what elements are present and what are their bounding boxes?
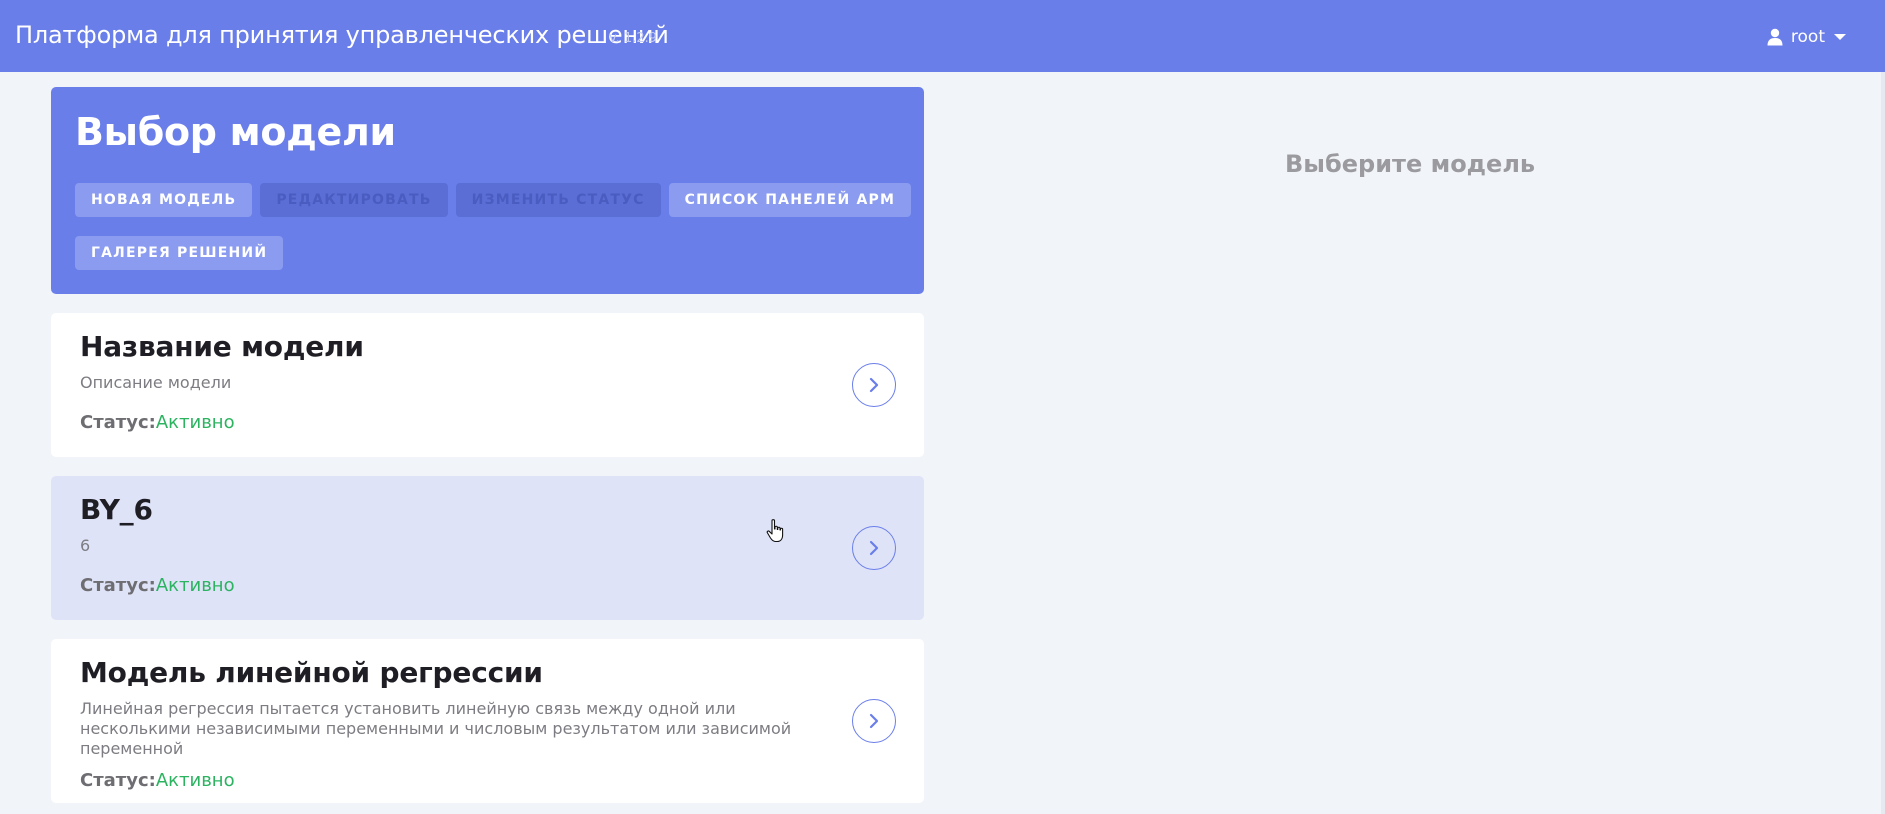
app-version: v. 1.2.9	[609, 31, 658, 46]
model-selection-panel: Выбор модели НОВАЯ МОДЕЛЬ РЕДАКТИРОВАТЬ …	[51, 87, 924, 294]
status-label: Статус:	[80, 412, 156, 433]
chevron-right-icon	[869, 377, 879, 393]
status-value: Активно	[155, 412, 235, 433]
panel-title: Выбор модели	[75, 110, 396, 154]
status-label: Статус:	[80, 575, 156, 596]
status-label: Статус:	[80, 770, 156, 791]
model-description: Описание модели	[80, 373, 232, 392]
model-status: Статус:Активно	[80, 769, 895, 793]
status-value: Активно	[155, 770, 235, 791]
change-status-button[interactable]: ИЗМЕНИТЬ СТАТУС	[455, 183, 661, 217]
new-model-button[interactable]: НОВАЯ МОДЕЛЬ	[75, 183, 253, 217]
user-icon	[1767, 28, 1783, 46]
model-list-column: Выбор модели НОВАЯ МОДЕЛЬ РЕДАКТИРОВАТЬ …	[51, 87, 924, 803]
chevron-right-icon	[869, 540, 879, 556]
model-name: Название модели	[80, 330, 364, 363]
top-bar: Платформа для принятия управленческих ре…	[0, 0, 1885, 72]
model-description: 6	[80, 536, 91, 555]
select-model-placeholder: Выберите модель	[1285, 150, 1536, 178]
model-name: Модель линейной регрессии	[80, 656, 543, 689]
model-description: Линейная регрессия пытается установить л…	[80, 699, 792, 758]
open-model-button[interactable]	[852, 363, 896, 407]
open-model-button[interactable]	[852, 699, 896, 743]
model-card[interactable]: Название модели Описание модели Статус:А…	[51, 313, 924, 457]
model-status: Статус:Активно	[80, 574, 895, 598]
model-card[interactable]: Модель линейной регрессии Линейная регре…	[51, 639, 924, 803]
open-model-button[interactable]	[852, 526, 896, 570]
arm-panels-list-button[interactable]: СПИСОК ПАНЕЛЕЙ АРМ	[668, 183, 912, 217]
solutions-gallery-button[interactable]: ГАЛЕРЕЯ РЕШЕНИЙ	[75, 236, 284, 270]
scrollbar[interactable]	[1881, 72, 1885, 814]
user-name: root	[1790, 27, 1825, 47]
status-value: Активно	[155, 575, 235, 596]
panel-toolbar: НОВАЯ МОДЕЛЬ РЕДАКТИРОВАТЬ ИЗМЕНИТЬ СТАТ…	[75, 183, 915, 270]
app-title: Платформа для принятия управленческих ре…	[15, 21, 669, 49]
model-card[interactable]: BY_6 6 Статус:Активно	[51, 476, 924, 620]
chevron-right-icon	[869, 713, 879, 729]
caret-down-icon	[1833, 32, 1847, 42]
hand-cursor-icon	[765, 518, 787, 544]
edit-button[interactable]: РЕДАКТИРОВАТЬ	[260, 183, 448, 217]
model-status: Статус:Активно	[80, 411, 895, 435]
user-menu[interactable]: root	[1767, 24, 1847, 50]
